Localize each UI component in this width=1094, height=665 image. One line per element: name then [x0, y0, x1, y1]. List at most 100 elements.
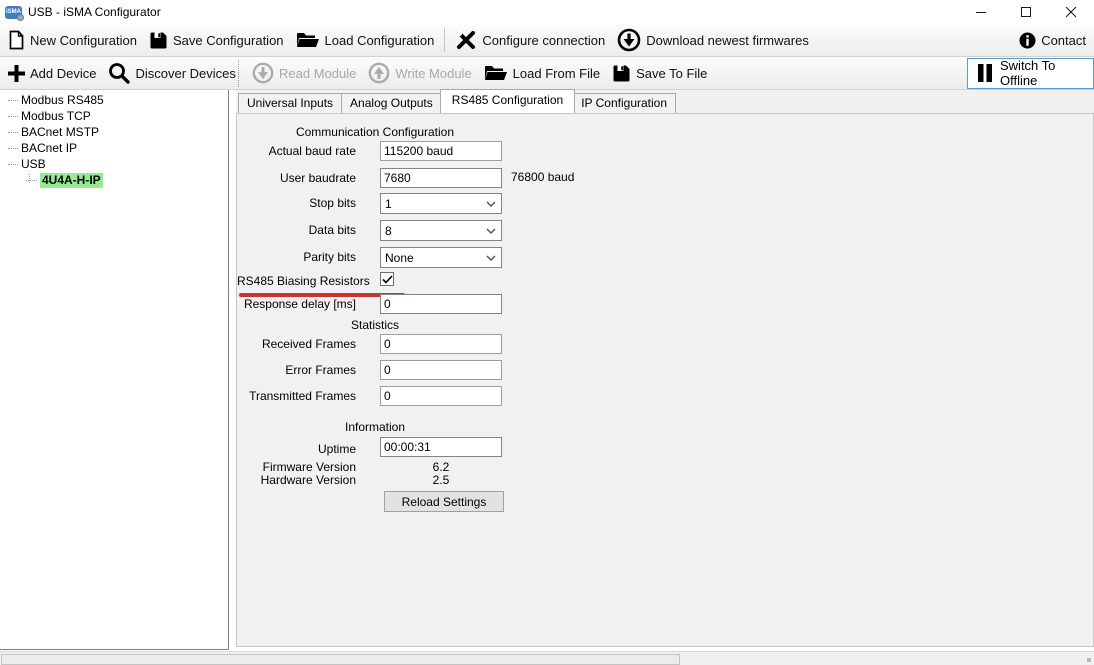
- hardware-version-value: 2.5: [380, 473, 502, 487]
- information-heading: Information: [237, 420, 513, 434]
- close-button[interactable]: [1049, 0, 1094, 24]
- load-configuration-label: Load Configuration: [325, 33, 435, 48]
- data-bits-select[interactable]: 8: [380, 220, 502, 241]
- maximize-button[interactable]: [1004, 0, 1049, 24]
- firmware-version-label: Firmware Version: [237, 460, 356, 474]
- uptime-field[interactable]: [380, 437, 502, 457]
- discover-devices-button[interactable]: Discover Devices: [102, 57, 241, 89]
- write-module-label: Write Module: [395, 66, 471, 81]
- tree-line: [8, 164, 18, 165]
- load-from-file-button[interactable]: Load From File: [478, 57, 606, 89]
- error-frames-field[interactable]: [380, 360, 502, 380]
- reload-settings-button[interactable]: Reload Settings: [384, 491, 504, 512]
- save-configuration-button[interactable]: Save Configuration: [143, 24, 290, 56]
- window-controls: [959, 0, 1094, 24]
- status-bar-panel: [1, 654, 680, 665]
- rs485-biasing-resistors-label: RS485 Biasing Resistors: [237, 274, 356, 288]
- add-device-label: Add Device: [30, 66, 96, 81]
- actual-baud-rate-label: Actual baud rate: [237, 144, 356, 158]
- tree-item-usb[interactable]: USB: [0, 156, 228, 172]
- rs485-configuration-panel: Communication Configuration Actual baud …: [236, 113, 1094, 647]
- toolbar-dotted-separator: [238, 60, 240, 87]
- response-delay-label: Response delay [ms]: [237, 297, 356, 311]
- resize-grip[interactable]: [1087, 658, 1091, 662]
- info-circle-icon: [1019, 32, 1036, 49]
- tree-line: [8, 100, 18, 101]
- open-folder-icon: [296, 31, 320, 49]
- tab-analog-outputs[interactable]: Analog Outputs: [341, 93, 442, 113]
- download-circle-icon: [617, 28, 641, 52]
- read-module-label: Read Module: [279, 66, 356, 81]
- tab-bar: Universal Inputs Analog Outputs RS485 Co…: [238, 90, 676, 113]
- selected-device-label: 4U4A-H-IP: [40, 173, 103, 188]
- tree-connector-line: [29, 174, 30, 183]
- isma-app-icon: iSMA: [5, 6, 22, 19]
- save-configuration-label: Save Configuration: [173, 33, 284, 48]
- contact-button[interactable]: Contact: [1013, 24, 1092, 56]
- tree-item-4u4a-h-ip-selected[interactable]: 4U4A-H-IP: [0, 172, 228, 188]
- toolbar-separator: [444, 28, 445, 52]
- user-baudrate-label: User baudrate: [237, 171, 356, 185]
- discover-devices-label: Discover Devices: [135, 66, 235, 81]
- pause-icon: [977, 64, 993, 82]
- tree-item-label: Modbus RS485: [21, 93, 104, 108]
- tree-item-label: BACnet IP: [21, 141, 77, 156]
- maximize-icon: [1021, 7, 1032, 18]
- download-firmwares-button[interactable]: Download newest firmwares: [611, 24, 815, 56]
- title-bar: iSMA USB - iSMA Configurator: [0, 0, 1094, 24]
- actual-baud-rate-field[interactable]: [380, 141, 502, 161]
- device-toolbar-left-group: Add Device Discover Devices: [0, 57, 236, 89]
- window-title: USB - iSMA Configurator: [28, 5, 161, 19]
- tree-item-modbus-rs485[interactable]: Modbus RS485: [0, 92, 228, 108]
- load-configuration-button[interactable]: Load Configuration: [290, 24, 441, 56]
- tree-line: [8, 132, 18, 133]
- stop-bits-select[interactable]: 1: [380, 193, 502, 214]
- hardware-version-label: Hardware Version: [237, 473, 356, 487]
- tree-line: [26, 180, 37, 181]
- tree-item-label: Modbus TCP: [21, 109, 91, 124]
- save-to-file-button[interactable]: Save To File: [606, 57, 713, 89]
- tab-universal-inputs[interactable]: Universal Inputs: [238, 93, 342, 113]
- open-folder-icon: [484, 64, 508, 82]
- write-module-upload-icon: [368, 62, 390, 84]
- read-module-download-icon: [252, 62, 274, 84]
- search-icon: [108, 62, 130, 84]
- new-configuration-label: New Configuration: [30, 33, 137, 48]
- main-toolbar: New Configuration Save Configuration Loa…: [0, 24, 1094, 57]
- transmitted-frames-field[interactable]: [380, 386, 502, 406]
- switch-to-offline-button[interactable]: Switch To Offline: [967, 58, 1094, 89]
- firmware-version-value: 6.2: [380, 460, 502, 474]
- download-firmwares-label: Download newest firmwares: [646, 33, 809, 48]
- tools-icon: [455, 29, 477, 51]
- minimize-icon: [976, 7, 987, 18]
- parity-bits-select[interactable]: None: [380, 247, 502, 268]
- status-bar: [0, 651, 1094, 665]
- stop-bits-value: 1: [385, 197, 392, 211]
- minimize-button[interactable]: [959, 0, 1004, 24]
- tree-item-label: BACnet MSTP: [21, 125, 99, 140]
- stop-bits-label: Stop bits: [237, 196, 356, 210]
- save-floppy-icon: [612, 64, 631, 83]
- response-delay-field[interactable]: [380, 294, 502, 314]
- read-module-button: Read Module: [246, 57, 362, 89]
- checkmark-icon: [382, 275, 393, 284]
- communication-configuration-heading: Communication Configuration: [237, 125, 513, 139]
- tab-rs485-configuration[interactable]: RS485 Configuration: [440, 89, 575, 113]
- write-module-button: Write Module: [362, 57, 477, 89]
- close-icon: [1066, 7, 1077, 18]
- user-baudrate-hint: 76800 baud: [511, 170, 574, 184]
- tree-item-bacnet-ip[interactable]: BACnet IP: [0, 140, 228, 156]
- configure-connection-label: Configure connection: [482, 33, 605, 48]
- new-configuration-button[interactable]: New Configuration: [2, 24, 143, 56]
- tab-ip-configuration[interactable]: IP Configuration: [572, 93, 676, 113]
- contact-label: Contact: [1041, 33, 1086, 48]
- tree-item-bacnet-mstp[interactable]: BACnet MSTP: [0, 124, 228, 140]
- user-baudrate-field[interactable]: [380, 168, 502, 188]
- statistics-heading: Statistics: [237, 318, 513, 332]
- rs485-biasing-checkbox[interactable]: [380, 272, 394, 286]
- save-to-file-label: Save To File: [636, 66, 707, 81]
- received-frames-field[interactable]: [380, 334, 502, 354]
- configure-connection-button[interactable]: Configure connection: [449, 24, 611, 56]
- add-device-button[interactable]: Add Device: [2, 57, 102, 89]
- tree-item-modbus-tcp[interactable]: Modbus TCP: [0, 108, 228, 124]
